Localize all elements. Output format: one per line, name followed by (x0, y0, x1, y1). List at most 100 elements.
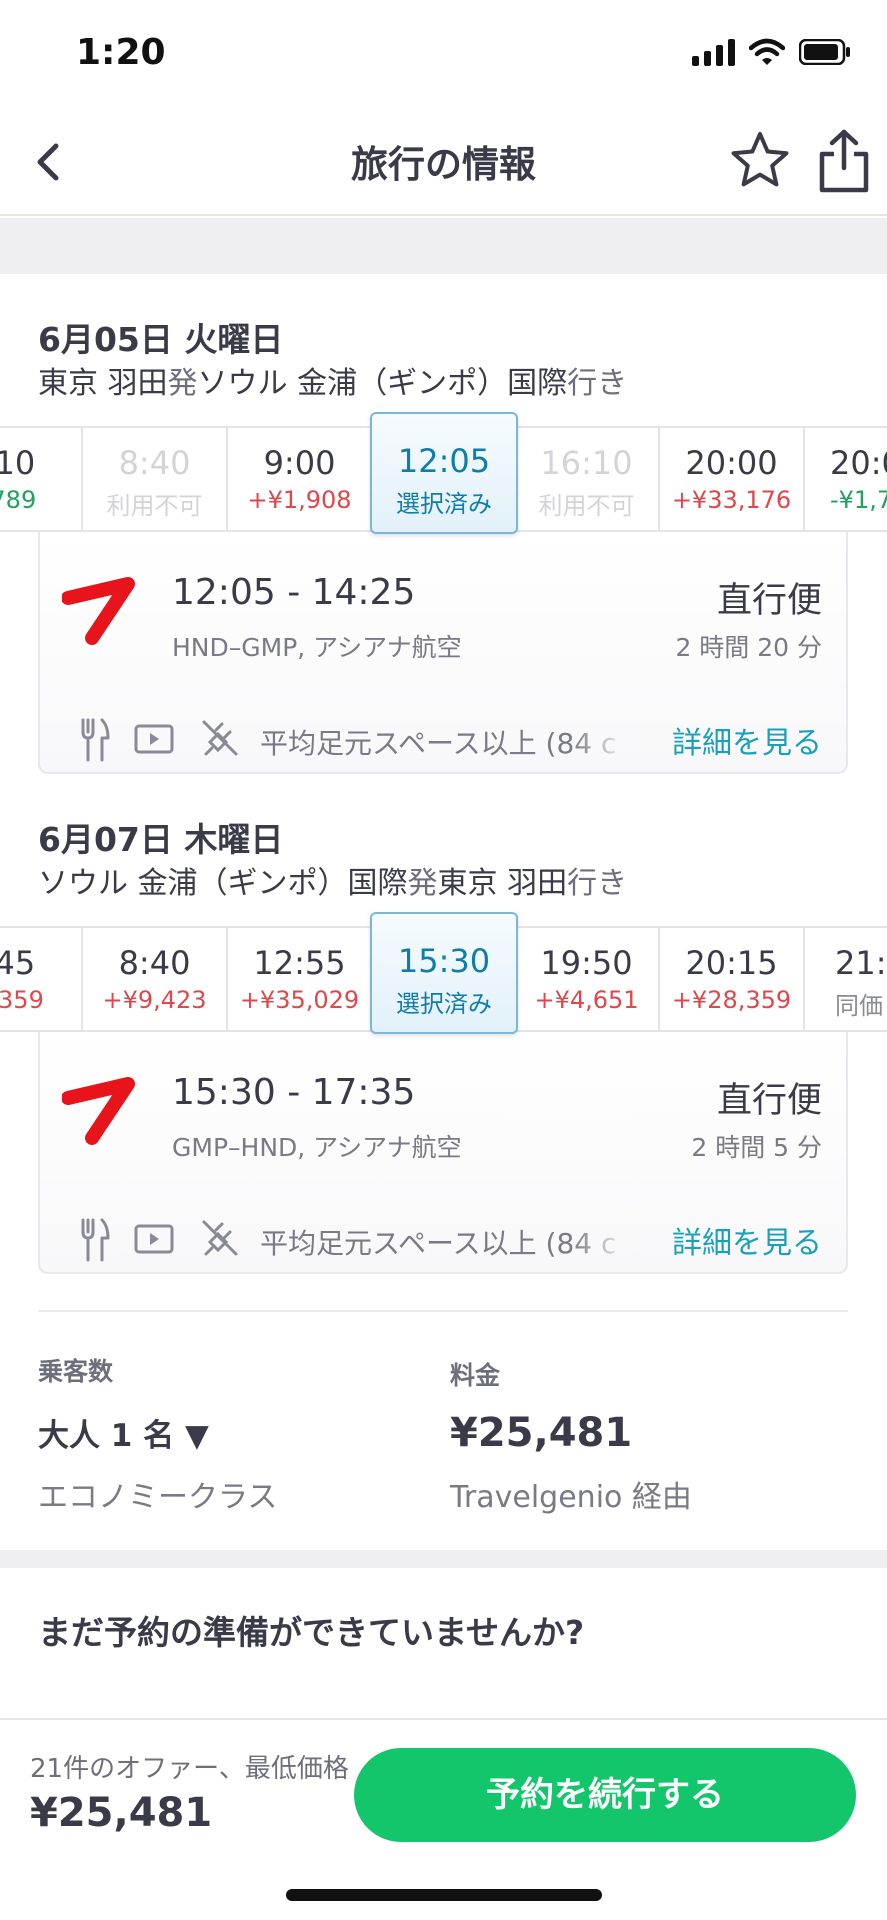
time-option-selected[interactable]: 12:05 選択済み (370, 412, 518, 534)
time-option-price: 同価 (835, 992, 883, 1020)
price-label: 料金 (450, 1361, 501, 1390)
airline-logo (62, 1077, 135, 1145)
time-option-price: +¥28,359 (671, 986, 792, 1014)
divider (38, 1310, 848, 1312)
flight-airports-airline: GMP–HND, アシアナ航空 (172, 1133, 462, 1162)
legroom-info: 平均足元スペース以上 (84 c (260, 1227, 617, 1260)
section-separator (0, 1550, 887, 1568)
route-origin-suffix: 発 (167, 366, 198, 401)
cabin-class: エコノミークラス (38, 1480, 278, 1515)
entertainment-icon (134, 724, 174, 754)
share-icon (819, 129, 869, 193)
total-price: ¥25,481 (450, 1410, 633, 1456)
time-option[interactable]: 21:1 同価 (805, 928, 887, 1030)
flight-time-range: 12:05 - 14:25 (172, 572, 416, 613)
battery-icon (799, 39, 850, 65)
outbound-flight-card[interactable]: 12:05 - 14:25 HND–GMP, アシアナ航空 直行便 2 時間 2… (38, 532, 848, 774)
details-link[interactable]: 詳細を見る (672, 718, 822, 762)
time-option-time: 9:00 (263, 444, 336, 482)
star-icon (731, 132, 789, 187)
route-origin: ソウル 金浦（ギンポ）国際 (38, 866, 408, 901)
time-option-time: 19:50 (540, 944, 633, 982)
offers-summary: 21件のオファー、最低価格 (30, 1754, 349, 1784)
time-option[interactable]: 20:15 +¥28,359 (660, 928, 805, 1030)
time-option: 8:40 利用不可 (83, 428, 228, 530)
time-option[interactable]: 12:55 +¥35,029 (228, 928, 373, 1030)
time-option-price: 利用不可 (538, 492, 635, 520)
time-option-selected[interactable]: 15:30 選択済み (370, 912, 518, 1034)
time-option-time: 8:40 (118, 944, 191, 982)
flight-time-range: 15:30 - 17:35 (172, 1072, 416, 1113)
route-destination-suffix: 行き (567, 366, 628, 401)
time-option-time: 20:00 (685, 444, 778, 482)
meal-icon (81, 718, 110, 762)
time-option-time: 12:55 (253, 944, 346, 982)
route-origin-suffix: 発 (407, 866, 438, 901)
lowest-price: ¥25,481 (30, 1790, 213, 1836)
section-separator (0, 218, 887, 274)
time-option-price: ,789 (0, 486, 37, 514)
home-indicator (286, 1889, 602, 1901)
time-option-time: 21:1 (835, 944, 887, 982)
outbound-route: 東京 羽田発ソウル 金浦（ギンポ）国際行き (38, 358, 627, 402)
return-route: ソウル 金浦（ギンポ）国際発東京 羽田行き (38, 858, 627, 902)
details-link[interactable]: 詳細を見る (672, 1218, 822, 1262)
favorite-button[interactable] (730, 130, 790, 190)
route-destination: ソウル 金浦（ギンポ）国際 (197, 366, 568, 401)
time-option[interactable]: 19:50 +¥4,651 (515, 928, 660, 1030)
route-destination: 東京 羽田 (437, 866, 568, 901)
time-option-time: 20:0 (830, 444, 887, 482)
not-ready-heading: まだ予約の準備ができていませんか? (38, 1613, 585, 1652)
flight-type: 直行便 (716, 581, 822, 621)
legroom-info: 平均足元スペース以上 (84 c (260, 727, 617, 760)
time-option-status: 選択済み (396, 490, 492, 518)
return-flight-card[interactable]: 15:30 - 17:35 GMP–HND, アシアナ航空 直行便 2 時間 5… (38, 1032, 848, 1274)
route-destination-suffix: 行き (567, 866, 628, 901)
time-option[interactable]: 9:00 +¥1,908 (228, 428, 373, 530)
share-button[interactable] (816, 128, 872, 194)
time-option-price: +¥9,423 (102, 986, 207, 1014)
time-option[interactable]: :10 ,789 (0, 428, 83, 530)
return-date: 6月07日 木曜日 (38, 820, 284, 859)
time-option-time: 12:05 (397, 442, 491, 480)
time-option[interactable]: 20:0 -¥1,7 (805, 428, 887, 530)
time-option-price: +¥4,651 (534, 986, 639, 1014)
time-option-price: -¥1,7 (830, 486, 887, 514)
status-time: 1:20 (76, 32, 166, 73)
time-option[interactable]: 8:40 +¥9,423 (83, 928, 228, 1030)
booking-provider: Travelgenio 経由 (450, 1480, 692, 1515)
time-option-time: 20:15 (685, 944, 778, 982)
time-option-price: +¥1,908 (247, 486, 352, 514)
time-option-time: :45 (0, 944, 36, 982)
no-power-outlet-icon (202, 1220, 238, 1256)
time-option-price: 利用不可 (106, 492, 203, 520)
continue-booking-button[interactable]: 予約を続行する (354, 1748, 856, 1842)
cellular-signal-icon (692, 38, 735, 66)
status-bar: 1:20 (0, 0, 887, 110)
status-icons (692, 38, 851, 66)
time-option: 16:10 利用不可 (515, 428, 660, 530)
passenger-count-dropdown[interactable]: 大人 1 名 ▼ (38, 1410, 209, 1455)
time-option-status: 選択済み (396, 990, 492, 1018)
time-option-time: 16:10 (540, 444, 633, 482)
navigation-bar: 旅行の情報 (0, 110, 887, 216)
flight-airports-airline: HND–GMP, アシアナ航空 (172, 633, 462, 662)
time-option[interactable]: :45 8,359 (0, 928, 83, 1030)
time-option-time: 15:30 (397, 942, 491, 980)
wifi-icon (749, 38, 785, 65)
time-option-price: +¥33,176 (671, 486, 792, 514)
entertainment-icon (134, 1224, 174, 1254)
no-power-outlet-icon (202, 720, 238, 756)
time-option-time: 8:40 (118, 444, 191, 482)
passengers-label: 乗客数 (38, 1357, 114, 1386)
flight-type: 直行便 (716, 1081, 822, 1121)
time-option[interactable]: 20:00 +¥33,176 (660, 428, 805, 530)
outbound-date: 6月05日 火曜日 (38, 320, 284, 359)
time-option-price: 8,359 (0, 986, 44, 1014)
flight-duration: 2 時間 5 分 (691, 1133, 822, 1162)
time-option-time: :10 (0, 444, 36, 482)
flight-duration: 2 時間 20 分 (675, 633, 822, 662)
time-option-price: +¥35,029 (239, 986, 360, 1014)
meal-icon (81, 1218, 110, 1262)
route-origin: 東京 羽田 (38, 366, 168, 401)
